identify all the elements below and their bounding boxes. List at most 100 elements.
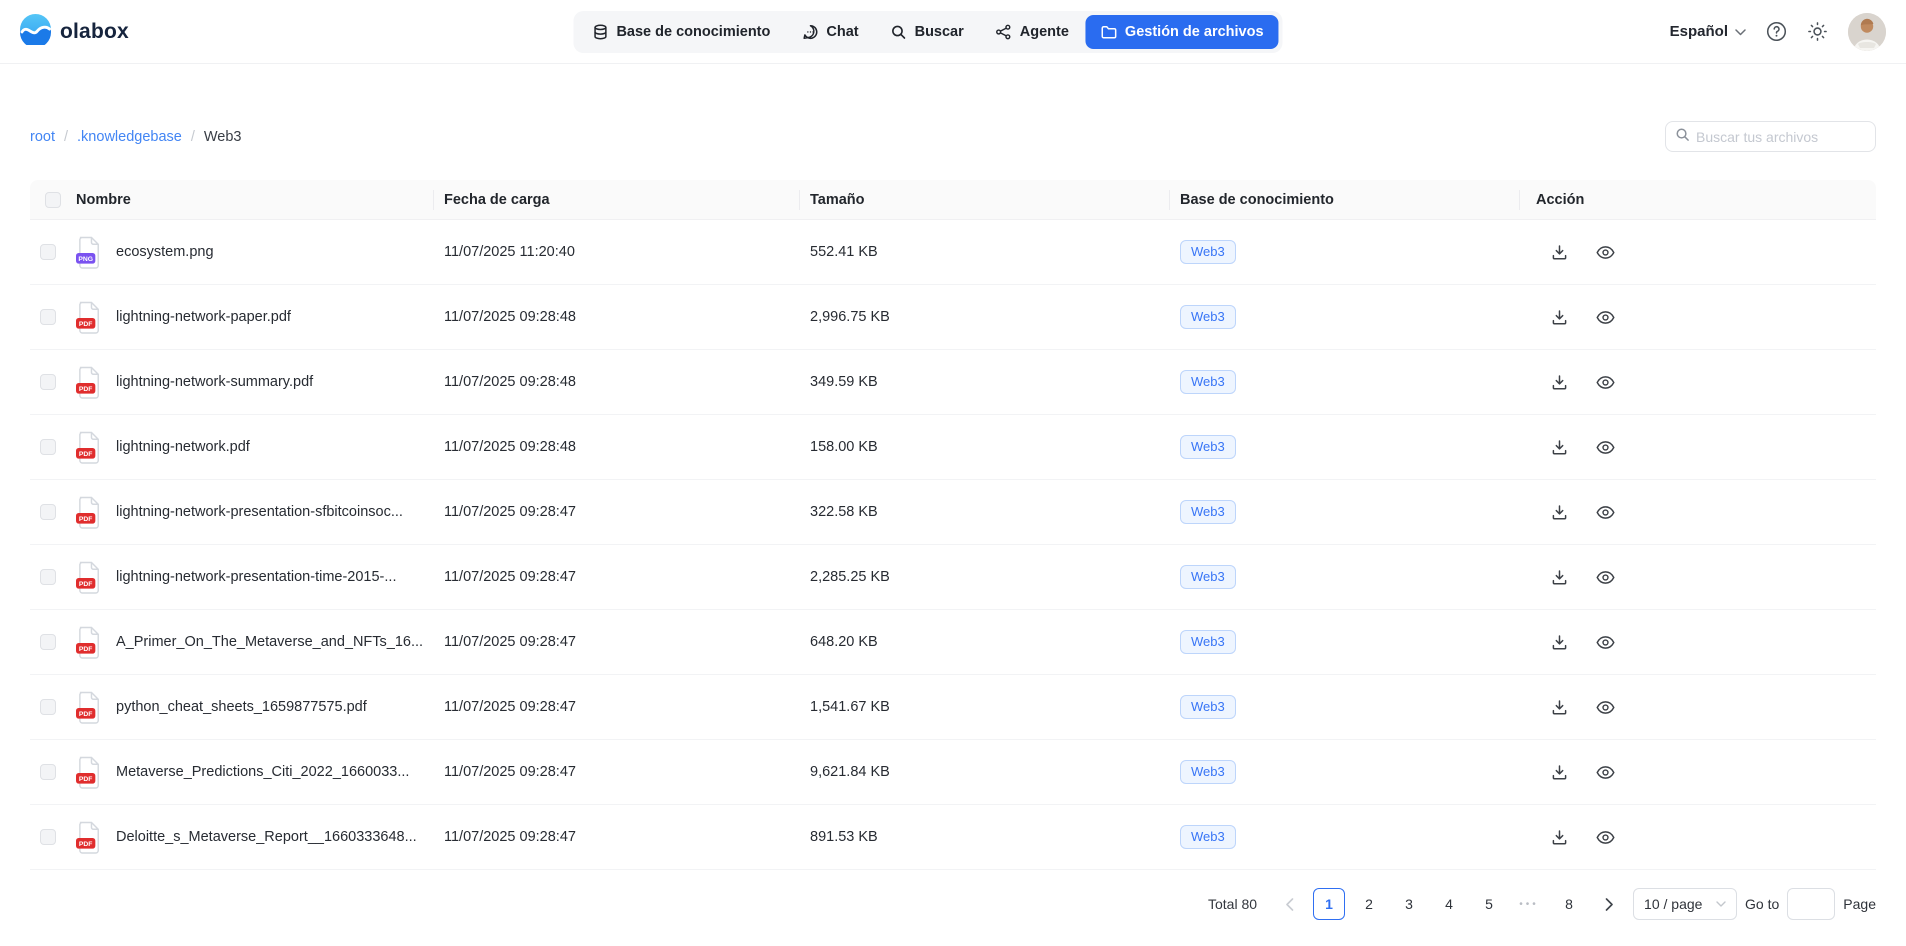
file-type-icon: PDF — [76, 561, 105, 594]
help-icon[interactable] — [1766, 21, 1787, 42]
knowledgebase-badge[interactable]: Web3 — [1180, 500, 1236, 525]
download-icon[interactable] — [1551, 829, 1568, 846]
theme-toggle-sun-icon[interactable] — [1807, 21, 1828, 42]
search-icon — [891, 24, 907, 40]
language-selector[interactable]: Español — [1670, 23, 1746, 40]
knowledgebase-badge[interactable]: Web3 — [1180, 825, 1236, 850]
page-size-select[interactable]: 10 / page — [1633, 888, 1737, 920]
view-icon[interactable] — [1596, 440, 1615, 455]
user-avatar[interactable] — [1848, 13, 1886, 51]
download-icon[interactable] — [1551, 634, 1568, 651]
file-name: lightning-network-presentation-time-2015… — [116, 569, 396, 585]
knowledgebase-badge[interactable]: Web3 — [1180, 370, 1236, 395]
view-icon[interactable] — [1596, 830, 1615, 845]
knowledgebase-badge[interactable]: Web3 — [1180, 565, 1236, 590]
knowledgebase-badge[interactable]: Web3 — [1180, 435, 1236, 460]
upload-date: 11/07/2025 09:28:47 — [434, 569, 800, 585]
table-row: PDF lightning-network.pdf 11/07/2025 09:… — [30, 415, 1876, 480]
row-checkbox[interactable] — [40, 439, 56, 455]
view-icon[interactable] — [1596, 375, 1615, 390]
file-type-icon: PDF — [76, 366, 105, 399]
download-icon[interactable] — [1551, 309, 1568, 326]
row-checkbox[interactable] — [40, 569, 56, 585]
download-icon[interactable] — [1551, 504, 1568, 521]
pagination-page-8[interactable]: 8 — [1553, 888, 1585, 920]
knowledgebase-badge[interactable]: Web3 — [1180, 630, 1236, 655]
file-type-icon: PDF — [76, 821, 105, 854]
table-row: PDF A_Primer_On_The_Metaverse_and_NFTs_1… — [30, 610, 1876, 675]
upload-date: 11/07/2025 09:28:47 — [434, 634, 800, 650]
view-icon[interactable] — [1596, 635, 1615, 650]
knowledgebase-badge[interactable]: Web3 — [1180, 240, 1236, 265]
view-icon[interactable] — [1596, 700, 1615, 715]
pagination-page-3[interactable]: 3 — [1393, 888, 1425, 920]
file-type-icon: PDF — [76, 756, 105, 789]
upload-date: 11/07/2025 09:28:48 — [434, 309, 800, 325]
row-checkbox[interactable] — [40, 309, 56, 325]
file-size: 9,621.84 KB — [800, 764, 1170, 780]
table-row: PDF Deloitte_s_Metaverse_Report__1660333… — [30, 805, 1876, 870]
download-icon[interactable] — [1551, 569, 1568, 586]
select-all-checkbox[interactable] — [45, 192, 61, 208]
table-row: PDF lightning-network-presentation-sfbit… — [30, 480, 1876, 545]
download-icon[interactable] — [1551, 374, 1568, 391]
column-header-tamano: Tamaño — [800, 192, 1170, 208]
view-icon[interactable] — [1596, 570, 1615, 585]
knowledgebase-badge[interactable]: Web3 — [1180, 695, 1236, 720]
breadcrumb-item-root[interactable]: root — [30, 129, 55, 145]
table-row: PDF lightning-network-summary.pdf 11/07/… — [30, 350, 1876, 415]
file-size: 552.41 KB — [800, 244, 1170, 260]
row-checkbox[interactable] — [40, 829, 56, 845]
file-name: ecosystem.png — [116, 244, 214, 260]
row-checkbox[interactable] — [40, 374, 56, 390]
goto-page-input[interactable] — [1787, 888, 1835, 920]
breadcrumb-separator: / — [64, 129, 68, 145]
pagination-page-1[interactable]: 1 — [1313, 888, 1345, 920]
main-nav: Base de conocimiento Chat Buscar Agente … — [573, 11, 1282, 53]
pagination-next-icon[interactable] — [1593, 888, 1625, 920]
pagination-page-2[interactable]: 2 — [1353, 888, 1385, 920]
page-size-value: 10 / page — [1644, 896, 1702, 912]
row-checkbox[interactable] — [40, 764, 56, 780]
upload-date: 11/07/2025 09:28:48 — [434, 374, 800, 390]
upload-date: 11/07/2025 09:28:47 — [434, 829, 800, 845]
pagination-ellipsis[interactable]: ••• — [1513, 888, 1545, 920]
nav-item-chat[interactable]: Chat — [787, 15, 873, 49]
row-checkbox[interactable] — [40, 504, 56, 520]
breadcrumb-item--knowledgebase[interactable]: .knowledgebase — [77, 129, 182, 145]
view-icon[interactable] — [1596, 310, 1615, 325]
file-size: 158.00 KB — [800, 439, 1170, 455]
nav-item-gesti-n-de-archivos[interactable]: Gestión de archivos — [1086, 15, 1279, 49]
pagination-total: Total 80 — [1208, 896, 1257, 912]
row-checkbox[interactable] — [40, 634, 56, 650]
file-search-box — [1665, 121, 1876, 152]
file-type-icon: PNG — [76, 236, 105, 269]
download-icon[interactable] — [1551, 764, 1568, 781]
upload-date: 11/07/2025 11:20:40 — [434, 244, 800, 260]
row-checkbox[interactable] — [40, 244, 56, 260]
svg-text:PDF: PDF — [79, 580, 93, 587]
brand[interactable]: olabox — [20, 14, 129, 50]
nav-item-agente[interactable]: Agente — [981, 15, 1084, 49]
file-size: 1,541.67 KB — [800, 699, 1170, 715]
download-icon[interactable] — [1551, 439, 1568, 456]
table-row: PDF Metaverse_Predictions_Citi_2022_1660… — [30, 740, 1876, 805]
file-name: lightning-network-summary.pdf — [116, 374, 313, 390]
search-input[interactable] — [1696, 129, 1866, 145]
file-size: 648.20 KB — [800, 634, 1170, 650]
download-icon[interactable] — [1551, 244, 1568, 261]
knowledgebase-badge[interactable]: Web3 — [1180, 760, 1236, 785]
file-size: 891.53 KB — [800, 829, 1170, 845]
view-icon[interactable] — [1596, 245, 1615, 260]
pagination-prev-icon[interactable] — [1273, 888, 1305, 920]
row-checkbox[interactable] — [40, 699, 56, 715]
download-icon[interactable] — [1551, 699, 1568, 716]
view-icon[interactable] — [1596, 505, 1615, 520]
pagination-page-4[interactable]: 4 — [1433, 888, 1465, 920]
pagination-page-5[interactable]: 5 — [1473, 888, 1505, 920]
nav-item-buscar[interactable]: Buscar — [876, 15, 979, 49]
nav-item-base-de-conocimiento[interactable]: Base de conocimiento — [577, 15, 785, 49]
svg-text:PDF: PDF — [79, 775, 93, 782]
knowledgebase-badge[interactable]: Web3 — [1180, 305, 1236, 330]
view-icon[interactable] — [1596, 765, 1615, 780]
